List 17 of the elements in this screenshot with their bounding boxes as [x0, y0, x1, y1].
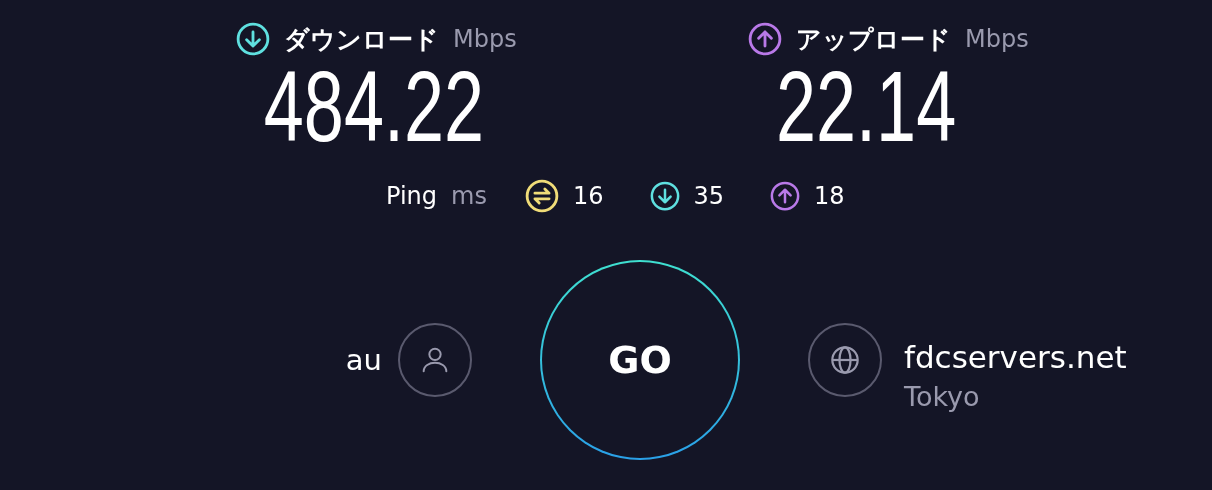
unit-label: Mbps — [453, 25, 517, 53]
ping-value: 16 — [572, 182, 604, 210]
download-label: ダウンロード — [284, 23, 439, 56]
go-button[interactable]: GO — [540, 260, 740, 460]
unit-label: ms — [451, 182, 487, 210]
unit-label: Mbps — [965, 25, 1029, 53]
upload-label: アップロード — [796, 23, 951, 56]
ping-value: 18 — [814, 182, 845, 210]
user-icon[interactable] — [398, 323, 472, 397]
server-name: fdcservers.net — [904, 338, 1127, 375]
ping-label: Ping — [386, 182, 438, 210]
provider-name: au — [345, 343, 382, 377]
download-speed: 484.22 — [263, 58, 485, 154]
server-location: Tokyo — [904, 380, 981, 412]
globe-icon[interactable] — [808, 323, 882, 397]
upload-speed: 22.14 — [775, 58, 957, 154]
ping-value: 35 — [693, 182, 725, 210]
